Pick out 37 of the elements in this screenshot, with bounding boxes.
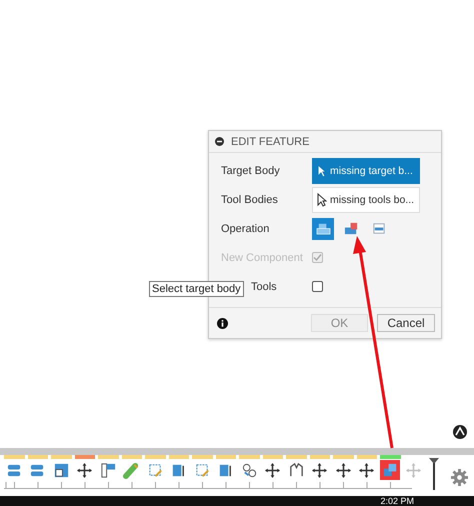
settings-icon[interactable] <box>451 469 468 486</box>
field-label: Tool Bodies <box>221 194 279 206</box>
move-feature-icon <box>76 462 93 478</box>
join-operation-button[interactable] <box>312 218 334 240</box>
tooltip: Select target body <box>149 281 244 297</box>
cursor-icon <box>317 192 327 206</box>
move-feature-icon <box>334 462 352 478</box>
field-label: Tools <box>251 280 278 292</box>
selection-field[interactable]: missing tools bo... <box>312 186 420 212</box>
badge-icon <box>453 425 467 439</box>
field-label: Target Body <box>221 164 281 176</box>
joint-feature-icon <box>240 462 258 478</box>
move-feature-icon <box>311 462 328 478</box>
join-icon <box>316 221 330 236</box>
selection-field[interactable]: missing target b... <box>312 158 420 184</box>
intersect-icon <box>372 221 386 236</box>
move-feature-icon <box>358 462 375 478</box>
move-feature-icon <box>405 462 422 478</box>
field-label: Operation <box>221 222 270 234</box>
sketch-feature-icon <box>146 462 164 478</box>
info-icon[interactable] <box>217 318 228 328</box>
mirror-feature-icon <box>288 462 304 478</box>
panel-title: EDIT FEATURE <box>231 136 310 148</box>
combine-feature-icon <box>382 462 398 478</box>
collapse-icon[interactable] <box>215 137 224 146</box>
timeline-marker-icon[interactable] <box>428 457 440 490</box>
cancel-button[interactable]: Cancel <box>377 314 435 332</box>
cursor-icon <box>317 164 327 178</box>
checkbox[interactable] <box>312 281 323 292</box>
box-feature-icon <box>52 462 70 478</box>
clock: 2:02 PM <box>380 496 414 506</box>
bracket-feature-icon <box>100 462 116 478</box>
pipe-feature-icon <box>123 462 140 478</box>
move-feature-icon <box>264 462 281 478</box>
cut-icon <box>344 221 358 236</box>
field-label: New Component <box>221 252 304 264</box>
sketch-feature-icon <box>194 462 210 478</box>
